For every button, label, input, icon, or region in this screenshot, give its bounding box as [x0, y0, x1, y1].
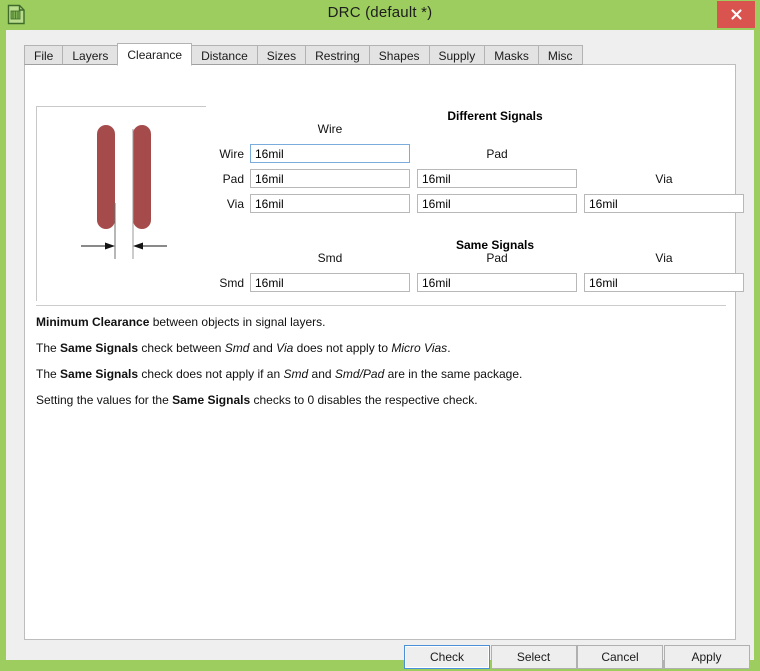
same-signals-title: Same Signals [455, 238, 535, 252]
column-header-via-2: Via [655, 251, 673, 265]
cancel-button[interactable]: Cancel [577, 645, 663, 669]
help-note-2: The Same Signals check does not apply if… [36, 367, 523, 381]
window-title: DRC (default *) [327, 4, 433, 21]
input-pad-wire[interactable] [250, 169, 410, 188]
column-header-via-2: Via [655, 172, 673, 186]
select-button[interactable]: Select [490, 645, 577, 669]
tab-file[interactable]: File [24, 45, 64, 65]
input-smd-pad[interactable] [417, 273, 577, 292]
column-header-smd-0: Smd [317, 251, 343, 265]
column-header-wire-0: Wire [317, 122, 343, 136]
input-via-wire[interactable] [250, 194, 410, 213]
row-label-wire: Wire [219, 147, 244, 161]
row-label-via: Via [226, 197, 244, 211]
help-notes: Minimum Clearance between objects in sig… [36, 315, 716, 419]
tab-shapes[interactable]: Shapes [368, 45, 430, 65]
tab-masks[interactable]: Masks [484, 45, 539, 65]
drc-dialog-window: DRC (default *) File Layers Clearance Dista… [0, 0, 760, 671]
input-via-pad[interactable] [417, 194, 577, 213]
tab-distance[interactable]: Distance [191, 45, 258, 65]
input-smd-smd[interactable] [250, 273, 410, 292]
tab-misc[interactable]: Misc [537, 45, 583, 65]
different-signals-title: Different Signals [447, 109, 543, 123]
row-label-smd: Smd [219, 276, 244, 290]
input-smd-via[interactable] [584, 273, 744, 292]
column-header-pad-1: Pad [486, 147, 508, 161]
tab-clearance[interactable]: Clearance [117, 43, 193, 66]
tab-strip: File Layers Clearance Distance Sizes Restring… [24, 43, 583, 66]
tab-restring[interactable]: Restring [305, 45, 370, 65]
input-via-via[interactable] [584, 194, 744, 213]
tab-layers[interactable]: Layers [62, 45, 119, 65]
dialog-body: File Layers Clearance Distance Sizes Restring… [6, 30, 754, 669]
clearance-preview-diagram [36, 106, 206, 301]
tab-sizes[interactable]: Sizes [256, 45, 307, 65]
help-note-1: The Same Signals check between Smd and V… [36, 341, 451, 355]
check-button[interactable]: Check [404, 645, 490, 669]
clearance-panel: Different Signals Wire Pad Via Wire Pad Via S… [24, 64, 744, 640]
close-icon[interactable] [717, 1, 755, 28]
column-header-pad-1: Pad [486, 251, 508, 265]
section-separator [36, 305, 726, 306]
tab-supply[interactable]: Supply [428, 45, 486, 65]
input-wire-wire[interactable] [250, 144, 410, 163]
row-label-pad: Pad [222, 172, 244, 186]
title-bar: DRC (default *) [0, 0, 760, 29]
help-note-3: Setting the values for the Same Signals … [36, 393, 478, 407]
input-pad-pad[interactable] [417, 169, 577, 188]
apply-button[interactable]: Apply [663, 645, 750, 669]
help-note-0: Minimum Clearance between objects in sig… [36, 315, 326, 329]
dialog-button-bar: Check Select Cancel Apply [404, 645, 754, 671]
